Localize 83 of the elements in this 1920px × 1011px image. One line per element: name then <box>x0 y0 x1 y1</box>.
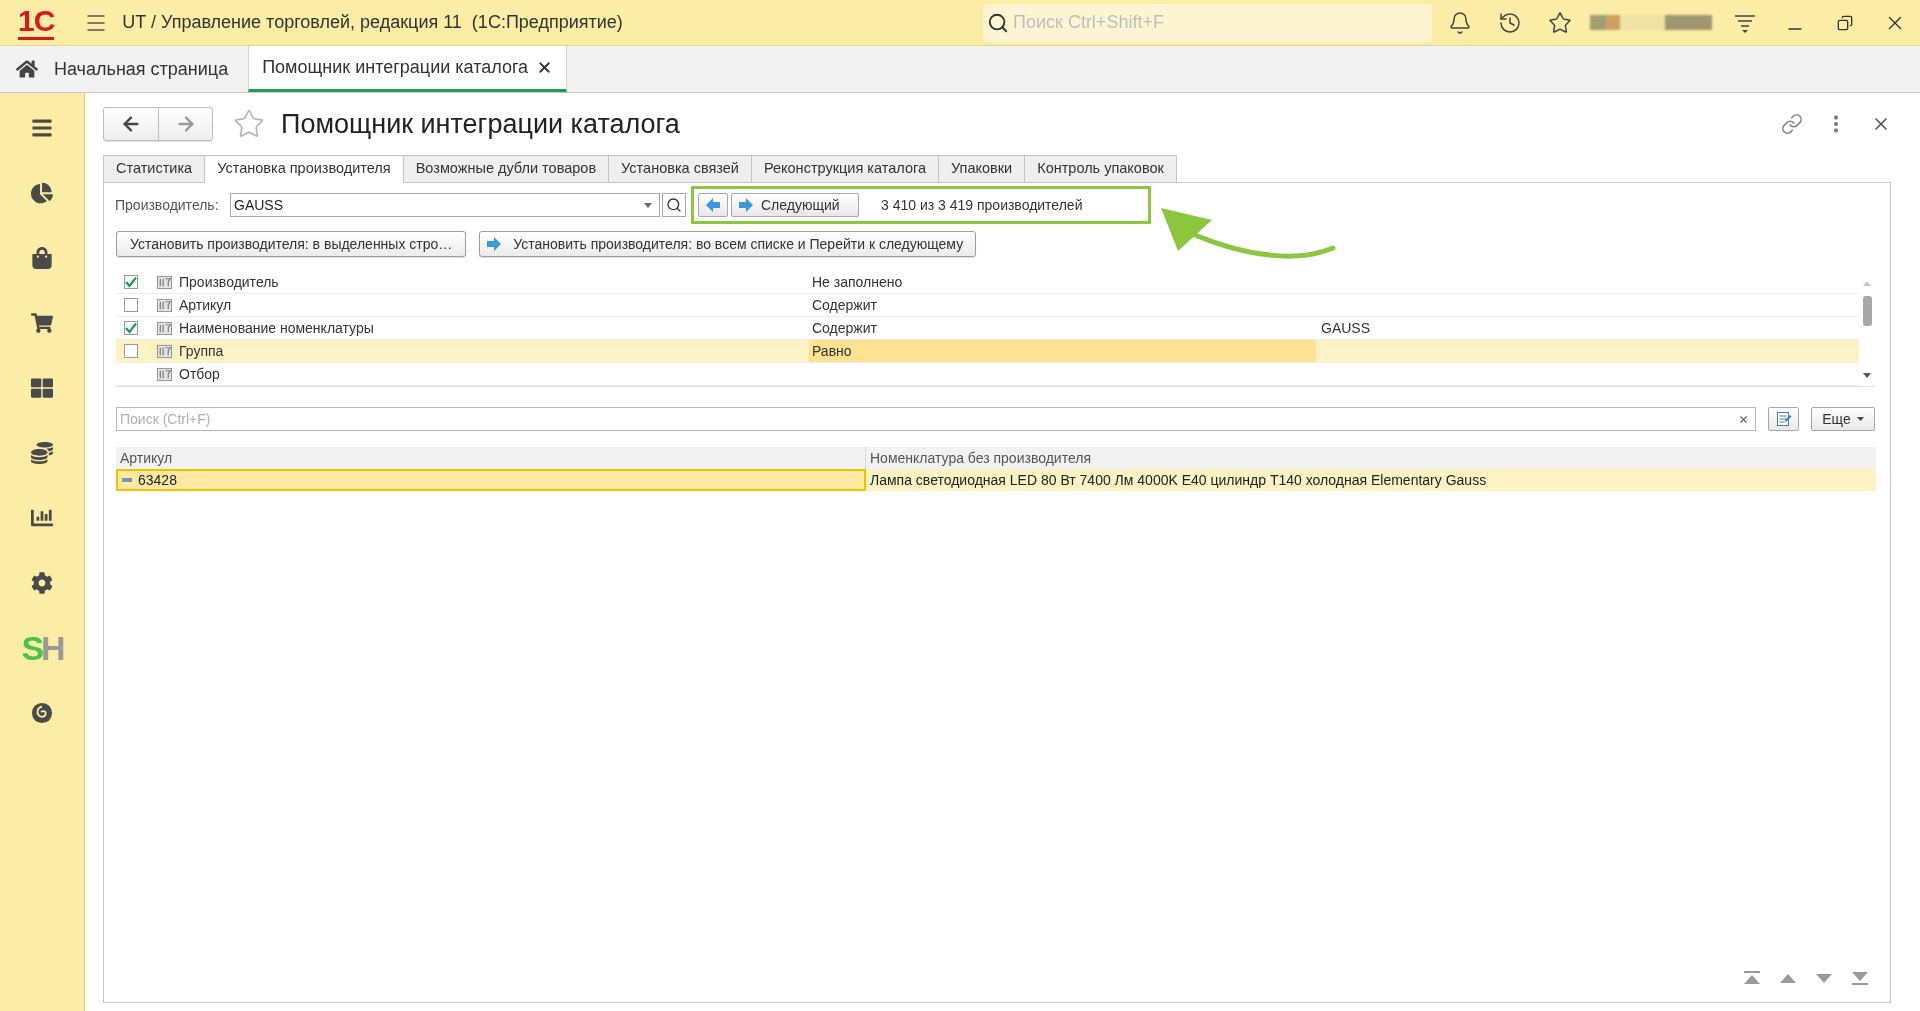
table-cell-text: Лампа светодиодная LED 80 Вт 7400 Лм 4000K E40 цилиндр T140 холодная Elementary Gauss <box>869 470 1488 490</box>
pie-chart-icon[interactable] <box>31 181 53 204</box>
next-button[interactable]: Следующий <box>731 193 859 217</box>
tab[interactable]: Реконструкция каталога <box>750 155 939 183</box>
restore-icon[interactable] <box>1837 14 1853 31</box>
back-button[interactable] <box>103 107 159 141</box>
scroll-to-top-icon[interactable] <box>1744 971 1760 985</box>
scroll-to-bottom-icon[interactable] <box>1852 971 1868 985</box>
filter-row[interactable]: Группа Равно <box>116 340 1859 363</box>
filter-value: GAUSS <box>1321 318 1370 338</box>
filter-condition: Содержит <box>812 295 877 315</box>
shopping-cart-icon[interactable] <box>31 311 53 334</box>
form-title: Помощник интеграции каталога <box>281 107 680 141</box>
favorites-icon[interactable] <box>1548 10 1572 35</box>
action-button[interactable]: Установить производителя: во всем списке и Перейти к следующему <box>479 231 977 257</box>
filter-field-name: Артикул <box>179 295 232 315</box>
filter-field-name: Производитель <box>179 272 279 292</box>
filter-field-name: Отбор <box>179 364 220 384</box>
app-logo: 1С <box>18 5 55 40</box>
scroll-up-icon[interactable] <box>1780 974 1796 983</box>
more-button[interactable]: Еще <box>1811 407 1875 431</box>
window-tab[interactable]: Помощник интеграции каталога <box>248 46 568 92</box>
checkbox[interactable] <box>124 321 138 335</box>
filter-condition: Не заполнено <box>812 272 903 292</box>
field-icon <box>157 320 172 336</box>
field-icon <box>157 297 172 313</box>
favorite-star-icon[interactable] <box>233 108 265 140</box>
arrow-right-icon <box>739 198 753 212</box>
arrow-right-icon <box>487 237 502 251</box>
search-icon <box>987 11 1009 34</box>
action-button[interactable]: Установить производителя: в выделенных стро… <box>116 231 467 257</box>
dropdown-caret-icon[interactable] <box>644 202 652 208</box>
filter-field-name: Наименование номенклатуры <box>179 318 374 338</box>
tab[interactable]: Установка связей <box>608 155 752 183</box>
search-button[interactable] <box>662 193 686 217</box>
filter-field-name: Группа <box>179 341 224 361</box>
shopping-bag-icon[interactable] <box>31 246 53 269</box>
scrollbar-thumb[interactable] <box>1862 296 1872 326</box>
window-tab[interactable]: Начальная страница <box>0 46 249 92</box>
checkmark-icon <box>125 322 137 334</box>
filter-condition: Равно <box>812 341 852 361</box>
minus-icon <box>122 478 132 482</box>
scroll-down-arrow-icon[interactable] <box>1863 373 1871 378</box>
caret-icon <box>1856 417 1864 421</box>
field-label: Производитель: <box>115 195 220 215</box>
tab[interactable]: Упаковки <box>938 155 1026 183</box>
coins-icon[interactable] <box>31 441 53 464</box>
home-icon <box>16 58 38 80</box>
app-title: UT / Управление торговлей, редакция 11 (1С:Предприятие) <box>122 11 623 34</box>
grid-icon[interactable] <box>31 376 53 399</box>
document-icon <box>1775 411 1792 427</box>
filter-row[interactable]: Артикул Содержит <box>116 294 1859 317</box>
search-icon <box>666 197 682 213</box>
checkmark-icon <box>125 276 137 288</box>
checkbox[interactable] <box>124 275 138 289</box>
previous-button[interactable] <box>698 193 728 217</box>
tab[interactable]: Установка производителя <box>204 155 404 183</box>
column-header[interactable]: Номенклатура без производителя <box>870 447 1091 469</box>
field-icon <box>157 343 172 359</box>
field-icon <box>157 274 172 290</box>
checkbox[interactable] <box>124 298 138 312</box>
checkbox[interactable] <box>124 344 138 358</box>
tab[interactable]: Возможные дубли товаров <box>402 155 610 183</box>
filter-row[interactable]: Производитель Не заполнено <box>116 271 1859 294</box>
clear-icon[interactable] <box>1738 413 1749 425</box>
table-cell: 63428 <box>116 469 866 491</box>
tab[interactable]: Контроль упаковок <box>1024 155 1177 183</box>
history-icon[interactable] <box>1498 10 1522 35</box>
scroll-down-icon[interactable] <box>1816 974 1832 983</box>
link-icon[interactable] <box>1781 113 1803 135</box>
notifications-icon[interactable] <box>1448 10 1472 35</box>
column-header[interactable]: Артикул <box>120 447 173 469</box>
filter-settings-button[interactable] <box>1768 407 1799 431</box>
field-icon <box>157 366 172 382</box>
spiral-icon[interactable] <box>31 701 53 724</box>
counter-text: 3 410 из 3 419 производителей <box>881 195 1083 215</box>
manufacturer-field[interactable]: GAUSS <box>230 193 660 217</box>
filter-row[interactable]: Отбор <box>116 363 1859 386</box>
arrow-left-icon <box>706 198 720 212</box>
table-row[interactable]: 63428 Лампа светодиодная LED 80 Вт 7400 Лм 4000K E40 цилиндр T140 холодная Elementary Gauss <box>116 469 1876 491</box>
settings-icon[interactable] <box>31 571 53 594</box>
tab[interactable]: Статистика <box>103 155 206 183</box>
filter-condition: Содержит <box>812 318 877 338</box>
